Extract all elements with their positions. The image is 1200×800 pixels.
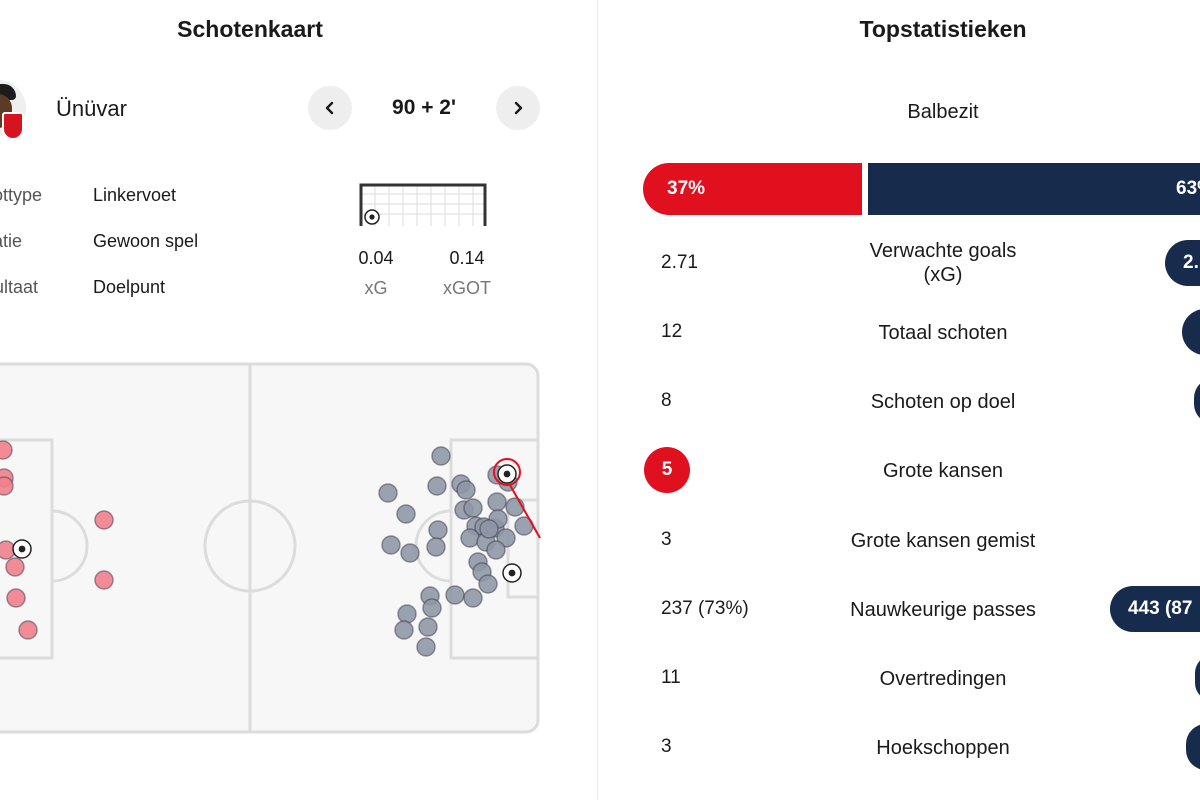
xgot-value: 0.14	[449, 248, 485, 268]
situation-value: Gewoon spel	[93, 231, 199, 251]
shot-marker[interactable]	[18, 620, 38, 640]
shot-marker[interactable]	[400, 543, 420, 563]
shot-marker[interactable]	[478, 574, 498, 594]
shot-map-pitch	[0, 362, 541, 734]
shot-marker[interactable]	[94, 510, 114, 530]
shot-marker[interactable]	[6, 588, 26, 608]
corners-home-value: 3	[661, 736, 672, 757]
shots-on-target-away-value	[1194, 378, 1200, 424]
result-value: Doelpunt	[93, 277, 166, 297]
shotmap-panel: Schotenkaart Ünüvar 90 + 2' Schottype Li…	[0, 0, 597, 800]
goal-ball-icon[interactable]	[497, 464, 517, 484]
big-chances-label: Grote kansen	[882, 460, 1004, 482]
next-shot-button[interactable]	[496, 86, 540, 130]
shot-type-label: Schottype	[0, 185, 43, 205]
shot-minute: 90 + 2'	[392, 96, 456, 119]
accurate-passes-home-value: 237 (73%)	[661, 598, 749, 619]
shot-marker[interactable]	[479, 519, 499, 539]
big-chances-missed-label: Grote kansen gemist	[850, 530, 1036, 552]
shot-marker[interactable]	[378, 483, 398, 503]
shot-marker[interactable]	[418, 617, 438, 637]
xg-stat-label: Verwachte goals (xG)	[748, 239, 1138, 287]
xg-home-value: 2.71	[661, 252, 698, 273]
xg-label: xG	[364, 278, 388, 298]
shots-on-target-label: Schoten op doel	[870, 391, 1016, 413]
shot-marker[interactable]	[431, 446, 451, 466]
xg-value: 0.04	[358, 248, 394, 268]
shot-marker[interactable]	[422, 598, 442, 618]
shot-marker[interactable]	[5, 557, 25, 577]
shot-marker[interactable]	[486, 540, 506, 560]
situation-label: Situatie	[0, 231, 23, 251]
xgot-label: xGOT	[443, 278, 491, 298]
fouls-home-value: 11	[661, 667, 681, 688]
possession-away-bar: 63%	[868, 163, 1200, 215]
goal-frame-icon	[359, 183, 487, 226]
goal-ball-icon[interactable]	[502, 563, 522, 583]
shots-on-target-home-value: 8	[661, 390, 672, 411]
shot-marker[interactable]	[0, 440, 13, 460]
shot-marker[interactable]	[394, 620, 414, 640]
shot-type-value: Linkervoet	[93, 185, 177, 205]
team-crest-icon	[2, 112, 24, 140]
total-shots-away-value	[1182, 309, 1200, 355]
shot-marker[interactable]	[487, 492, 507, 512]
shot-marker[interactable]	[381, 535, 401, 555]
shot-marker[interactable]	[463, 498, 483, 518]
corners-label: Hoekschoppen	[876, 737, 1010, 759]
fouls-away-value	[1195, 655, 1200, 701]
player-name: Ünüvar	[56, 96, 127, 121]
shot-marker[interactable]	[456, 480, 476, 500]
big-chances-missed-home-value: 3	[661, 529, 672, 550]
shot-marker[interactable]	[463, 588, 483, 608]
chevron-left-icon	[325, 101, 334, 115]
shot-marker[interactable]	[0, 476, 14, 496]
possession-label: Balbezit	[907, 101, 979, 123]
shot-marker[interactable]	[460, 528, 480, 548]
corners-away-value	[1186, 724, 1200, 770]
shot-marker[interactable]	[396, 504, 416, 524]
shot-marker[interactable]	[445, 585, 465, 605]
shot-marker[interactable]	[416, 637, 436, 657]
accurate-passes-away-value: 443 (87	[1110, 586, 1200, 632]
previous-shot-button[interactable]	[308, 86, 352, 130]
top-stats-title: Topstatistieken	[859, 16, 1027, 42]
shotmap-title: Schotenkaart	[177, 16, 323, 42]
shot-marker[interactable]	[428, 520, 448, 540]
shot-marker[interactable]	[94, 570, 114, 590]
result-label: Resultaat	[0, 277, 39, 297]
possession-home-bar: 37%	[643, 163, 862, 215]
top-stats-panel: Topstatistieken Balbezit 37% 63% 2.71 Ve…	[598, 0, 1200, 800]
total-shots-home-value: 12	[661, 321, 683, 342]
accurate-passes-label: Nauwkeurige passes	[850, 599, 1036, 621]
chevron-right-icon	[514, 101, 523, 115]
shot-marker[interactable]	[397, 604, 417, 624]
xg-away-value: 2.	[1165, 240, 1200, 286]
shot-marker[interactable]	[426, 537, 446, 557]
big-chances-home-value: 5	[644, 447, 690, 493]
shot-marker[interactable]	[505, 497, 525, 517]
fouls-label: Overtredingen	[879, 668, 1007, 690]
shot-marker[interactable]	[427, 476, 447, 496]
total-shots-label: Totaal schoten	[878, 322, 1008, 344]
xg-stat-label-text: Verwachte goals (xG)	[869, 240, 1017, 286]
goal-ball-icon[interactable]	[12, 539, 32, 559]
